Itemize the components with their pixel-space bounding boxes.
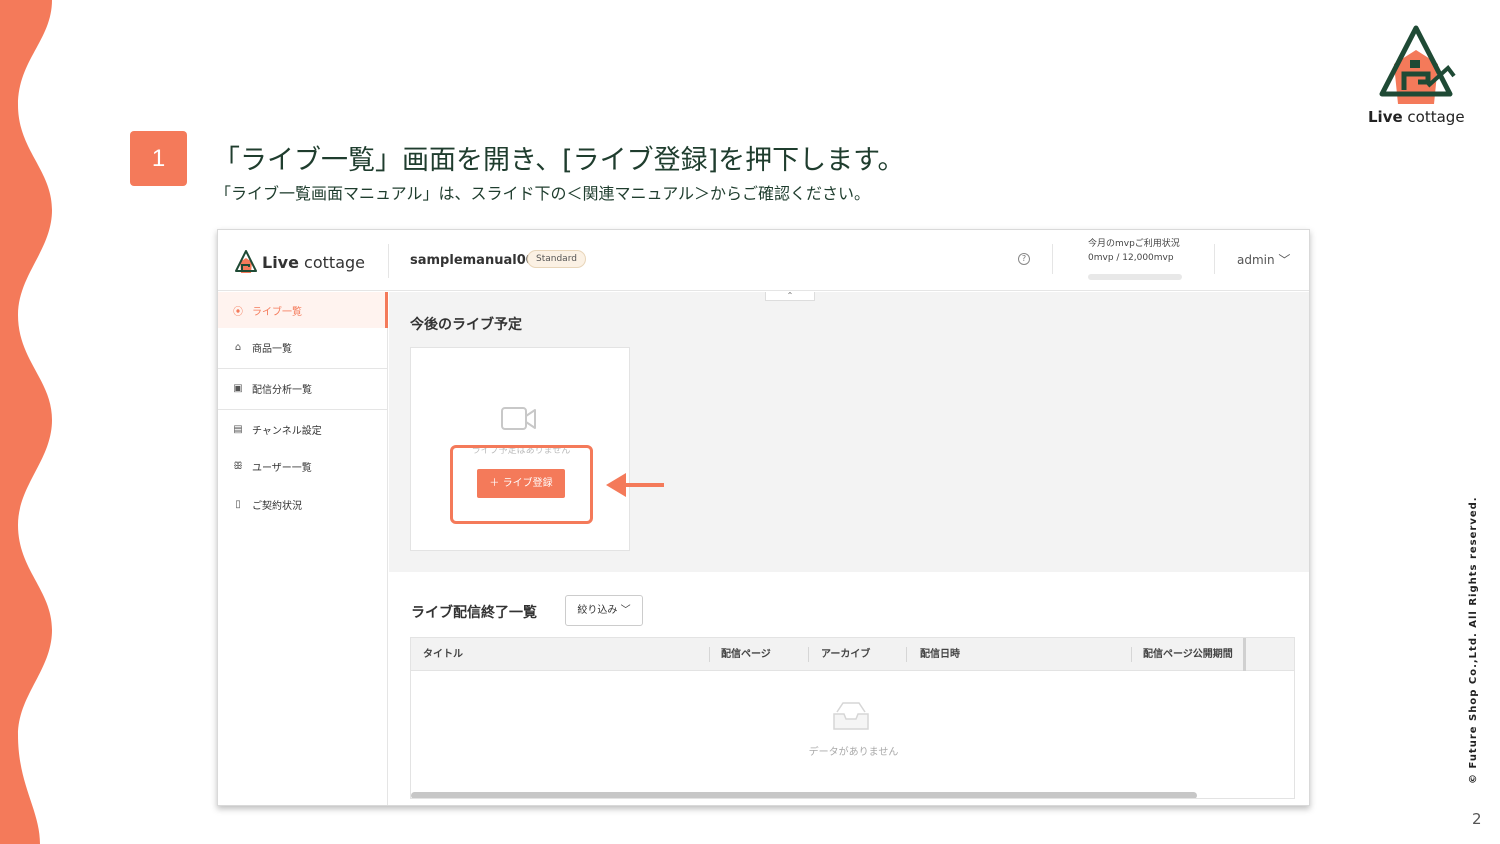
document-icon: ▯ <box>235 498 241 510</box>
column-datetime[interactable]: 配信日時 <box>920 638 960 671</box>
brand-name: Live cottage <box>1368 108 1465 126</box>
header-divider <box>1214 244 1215 274</box>
upcoming-title: 今後のライブ予定 <box>410 317 522 333</box>
sidebar-item-products[interactable]: ⌂ 商品一覧 <box>218 329 388 365</box>
column-divider <box>906 647 907 662</box>
copyright-text: © Future Shop Co.,Ltd. All Rights reserv… <box>1468 496 1479 784</box>
no-data-text: データがありません <box>808 747 899 758</box>
sidebar-item-users[interactable]: ꕥ ユーザー一覧 <box>218 448 388 484</box>
user-menu[interactable]: admin ﹀ <box>1237 251 1290 268</box>
sidebar-divider <box>218 368 388 369</box>
ended-live-table: タイトル 配信ページ アーカイブ 配信日時 配信ページ公開期間 データがありませ… <box>410 637 1295 799</box>
collapse-toggle[interactable]: ⌃ <box>765 292 815 301</box>
brand-logo: Live cottage <box>1368 24 1466 128</box>
usage-label: 今月のmvpご利用状況 <box>1088 239 1180 249</box>
broadcast-icon: ⦿ <box>233 306 243 318</box>
column-archive[interactable]: アーカイブ <box>821 638 870 671</box>
sidebar-item-live-list[interactable]: ⦿ ライブ一覧 <box>218 292 388 328</box>
column-page[interactable]: 配信ページ <box>721 638 771 671</box>
header-divider <box>1052 244 1053 274</box>
column-divider <box>1131 647 1132 662</box>
upcoming-section: ⌃ 今後のライブ予定 ライブ予定はありません ＋ ライブ登録 <box>389 292 1309 572</box>
sidebar-item-label: ご契約状況 <box>252 500 302 512</box>
account-name: samplemanual001 <box>410 253 544 268</box>
sidebar: ⦿ ライブ一覧 ⌂ 商品一覧 ▣ 配信分析一覧 ▤ チャンネル設定 ꕥ ユーザー… <box>218 292 388 805</box>
decorative-wave <box>0 0 52 844</box>
slide-headline: 「ライブ一覧」画面を開き、[ライブ登録]を押下します。 <box>213 145 905 176</box>
video-camera-icon <box>501 407 536 430</box>
sidebar-item-contract[interactable]: ▯ ご契約状況 <box>218 486 388 522</box>
usage-value: 0mvp / 12,000mvp <box>1088 253 1174 263</box>
sidebar-item-label: チャンネル設定 <box>252 425 322 437</box>
pointer-arrow-icon <box>606 473 664 497</box>
cottage-logo-icon <box>1379 25 1456 104</box>
ended-title: ライブ配信終了一覧 <box>411 605 537 621</box>
empty-inbox-icon <box>833 702 869 730</box>
column-resize-edge[interactable] <box>1243 638 1246 671</box>
column-publish-period[interactable]: 配信ページ公開期間 <box>1143 638 1233 671</box>
header-divider <box>388 244 389 278</box>
building-icon: ▤ <box>233 423 243 435</box>
app-screenshot: Live cottage samplemanual001 Standard ? … <box>217 229 1310 806</box>
sidebar-item-label: 配信分析一覧 <box>252 384 312 396</box>
column-title[interactable]: タイトル <box>423 638 463 671</box>
chart-icon: ▣ <box>233 382 243 394</box>
page-number: 2 <box>1472 810 1482 828</box>
app-logo[interactable]: Live cottage <box>234 249 365 275</box>
help-icon[interactable]: ? <box>1018 253 1030 265</box>
sidebar-item-channel-settings[interactable]: ▤ チャンネル設定 <box>218 411 388 447</box>
step-number-badge: 1 <box>130 131 187 186</box>
app-header: Live cottage samplemanual001 Standard ? … <box>218 230 1309 291</box>
sidebar-item-label: 商品一覧 <box>252 343 292 355</box>
sidebar-item-label: ライブ一覧 <box>252 306 302 318</box>
table-header: タイトル 配信ページ アーカイブ 配信日時 配信ページ公開期間 <box>411 638 1294 671</box>
plan-badge: Standard <box>527 250 586 268</box>
empty-upcoming-card: ライブ予定はありません ＋ ライブ登録 <box>410 347 630 551</box>
sidebar-divider <box>218 409 388 410</box>
horizontal-scrollbar[interactable] <box>411 792 1197 798</box>
sidebar-item-analytics[interactable]: ▣ 配信分析一覧 <box>218 370 388 406</box>
cottage-logo-icon <box>235 250 257 273</box>
users-icon: ꕥ <box>233 460 243 472</box>
filter-button[interactable]: 絞り込み ﹀ <box>565 595 643 626</box>
sidebar-item-label: ユーザー一覧 <box>252 462 312 474</box>
main-content: ⌃ 今後のライブ予定 ライブ予定はありません ＋ ライブ登録 ライブ配信終了一覧… <box>389 292 1309 805</box>
usage-progress-bar <box>1088 274 1182 280</box>
slide-subline: 「ライブ一覧画面マニュアル」は、スライド下の＜関連マニュアル＞からご確認ください… <box>215 184 871 203</box>
column-divider <box>808 647 809 662</box>
bag-icon: ⌂ <box>234 341 242 353</box>
column-divider <box>709 647 710 662</box>
register-live-button[interactable]: ＋ ライブ登録 <box>477 469 565 498</box>
